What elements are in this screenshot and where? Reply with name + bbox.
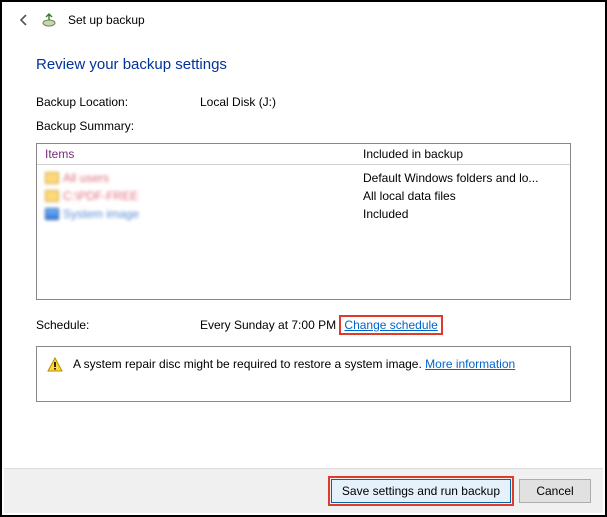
- backup-summary-label: Backup Summary:: [36, 119, 200, 133]
- dialog-footer: Save settings and run backup Cancel: [4, 468, 603, 513]
- schedule-row: Schedule: Every Sunday at 7:00 PM Change…: [36, 318, 571, 332]
- disk-icon: [45, 208, 59, 220]
- backup-summary-row: Backup Summary:: [36, 119, 571, 133]
- backup-icon: [42, 12, 58, 28]
- dialog-content: Review your backup settings Backup Locat…: [2, 56, 605, 402]
- table-row[interactable]: System image Included: [45, 205, 562, 223]
- backup-location-label: Backup Location:: [36, 95, 200, 109]
- col-included: Included in backup: [363, 147, 562, 161]
- dialog-title: Set up backup: [68, 13, 145, 27]
- info-box: A system repair disc might be required t…: [36, 346, 571, 402]
- page-heading: Review your backup settings: [36, 56, 571, 73]
- more-information-link[interactable]: More information: [425, 357, 515, 371]
- table-row[interactable]: All users Default Windows folders and lo…: [45, 169, 562, 187]
- change-schedule-link[interactable]: Change schedule: [344, 318, 437, 332]
- save-run-backup-button[interactable]: Save settings and run backup: [331, 479, 511, 503]
- cancel-button[interactable]: Cancel: [519, 479, 591, 503]
- backup-location-value: Local Disk (J:): [200, 95, 571, 109]
- folder-icon: [45, 190, 59, 202]
- warning-icon: [47, 357, 63, 373]
- backup-location-row: Backup Location: Local Disk (J:): [36, 95, 571, 109]
- info-text: A system repair disc might be required t…: [73, 357, 515, 371]
- summary-header: Items Included in backup: [37, 144, 570, 165]
- col-items: Items: [45, 147, 363, 161]
- summary-table: Items Included in backup All users Defau…: [36, 143, 571, 300]
- folder-icon: [45, 172, 59, 184]
- schedule-label: Schedule:: [36, 318, 200, 332]
- schedule-value: Every Sunday at 7:00 PM Change schedule: [200, 318, 443, 332]
- change-schedule-highlight: Change schedule: [339, 315, 442, 335]
- back-arrow-icon[interactable]: [16, 12, 32, 28]
- table-row[interactable]: C:\PDF-FREE All local data files: [45, 187, 562, 205]
- dialog-header: Set up backup: [2, 2, 605, 38]
